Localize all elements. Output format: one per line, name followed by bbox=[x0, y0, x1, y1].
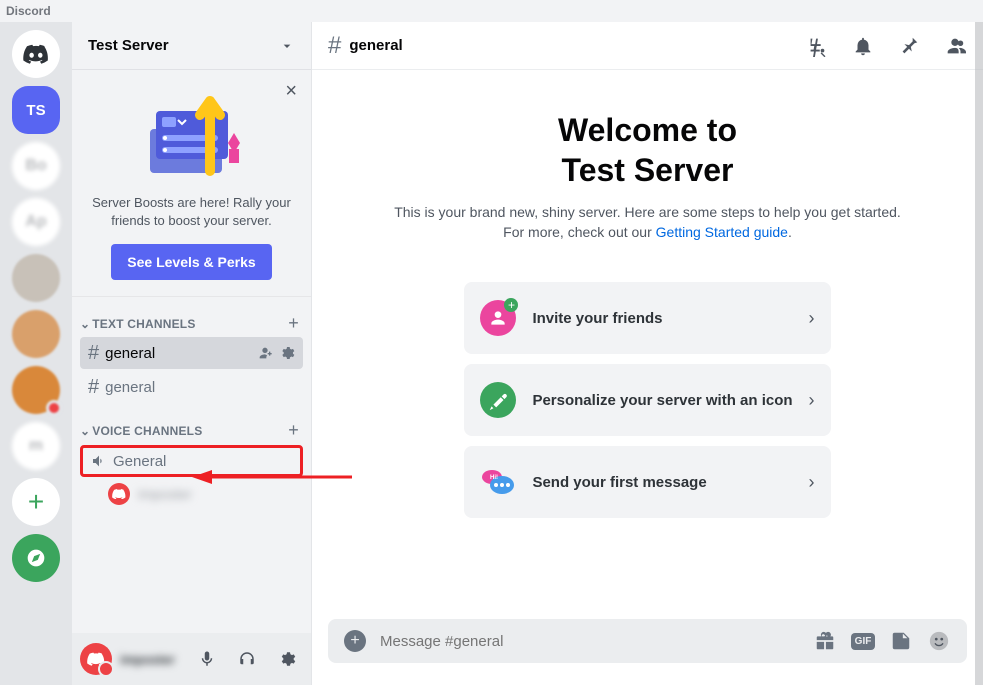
add-voice-channel-button[interactable]: + bbox=[288, 420, 299, 441]
channel-name: General bbox=[113, 453, 292, 470]
discord-logo-icon bbox=[23, 44, 49, 64]
invite-icon[interactable] bbox=[257, 345, 273, 361]
invite-friends-card[interactable]: + Invite your friends › bbox=[464, 282, 830, 354]
deafen-button[interactable] bbox=[231, 643, 263, 675]
notifications-icon[interactable] bbox=[851, 34, 875, 58]
boost-text: Server Boosts are here! Rally your frien… bbox=[88, 194, 295, 230]
welcome-description: This is your brand new, shiny server. He… bbox=[384, 202, 912, 242]
first-message-card[interactable]: Hi! Send your first message › bbox=[464, 446, 830, 518]
avatar bbox=[108, 483, 130, 505]
app-title: Discord bbox=[6, 4, 51, 18]
compass-icon bbox=[26, 548, 46, 568]
boost-button[interactable]: See Levels & Perks bbox=[111, 244, 271, 280]
server-icon-7[interactable]: m bbox=[12, 422, 60, 470]
server-header[interactable]: Test Server bbox=[72, 22, 311, 70]
user-name: imposter bbox=[120, 652, 183, 667]
chevron-down-icon bbox=[279, 38, 295, 54]
hash-icon: # bbox=[88, 342, 99, 365]
voice-channels-label: VOICE CHANNELS bbox=[92, 424, 202, 438]
gift-icon[interactable] bbox=[813, 629, 837, 653]
mute-button[interactable] bbox=[191, 643, 223, 675]
onboarding-cards: + Invite your friends › Personalize your… bbox=[464, 282, 830, 528]
user-settings-button[interactable] bbox=[271, 643, 303, 675]
channel-header: # general bbox=[312, 22, 983, 70]
server-icon-5[interactable] bbox=[12, 310, 60, 358]
add-text-channel-button[interactable]: + bbox=[288, 313, 299, 334]
chevron-right-icon: › bbox=[809, 308, 815, 329]
welcome-block: Welcome toTest Server This is your brand… bbox=[368, 70, 928, 258]
voice-user-name: imposter bbox=[138, 486, 192, 502]
hash-icon: # bbox=[88, 376, 99, 399]
channel-name: general bbox=[105, 379, 295, 396]
chevron-right-icon: › bbox=[809, 472, 815, 493]
card-label: Send your first message bbox=[532, 474, 792, 491]
text-channels-label: TEXT CHANNELS bbox=[92, 317, 195, 331]
main-content: # general Welcome toTest Server This is … bbox=[312, 22, 983, 685]
speaker-icon bbox=[91, 453, 107, 469]
getting-started-link[interactable]: Getting Started guide bbox=[656, 224, 788, 240]
close-icon[interactable]: × bbox=[285, 80, 297, 103]
user-avatar[interactable] bbox=[80, 643, 112, 675]
boost-card: × Server Boosts are here! Rally your fri… bbox=[72, 70, 311, 297]
chevron-right-icon: › bbox=[809, 390, 815, 411]
members-icon[interactable] bbox=[943, 34, 967, 58]
server-icon-4[interactable] bbox=[12, 254, 60, 302]
voice-channels-header[interactable]: ⌄VOICE CHANNELS + bbox=[72, 404, 311, 443]
scrollbar[interactable] bbox=[975, 22, 983, 685]
threads-icon[interactable] bbox=[805, 34, 829, 58]
voice-user[interactable]: imposter bbox=[72, 479, 311, 509]
sticker-icon[interactable] bbox=[889, 629, 913, 653]
server-icon-selected[interactable]: TS bbox=[12, 86, 60, 134]
server-icon-2[interactable]: Bo bbox=[12, 142, 60, 190]
hash-icon: # bbox=[328, 32, 341, 60]
text-channels-header[interactable]: ⌄TEXT CHANNELS + bbox=[72, 297, 311, 336]
boost-illustration bbox=[88, 86, 295, 186]
card-label: Invite your friends bbox=[532, 310, 792, 327]
add-server-button[interactable]: + bbox=[12, 478, 60, 526]
channel-general-active[interactable]: # general bbox=[80, 337, 303, 369]
channel-name: general bbox=[105, 345, 251, 362]
card-label: Personalize your server with an icon bbox=[532, 392, 792, 409]
message-input[interactable] bbox=[380, 633, 799, 650]
pinned-icon[interactable] bbox=[897, 34, 921, 58]
paint-icon bbox=[480, 382, 516, 418]
user-panel: imposter bbox=[72, 633, 311, 685]
channel-sidebar: Test Server × Server Boosts bbox=[72, 22, 312, 685]
gif-button[interactable]: GIF bbox=[851, 629, 875, 653]
welcome-heading: Welcome toTest Server bbox=[384, 110, 912, 190]
emoji-icon[interactable] bbox=[927, 629, 951, 653]
svg-text:Hi!: Hi! bbox=[490, 475, 498, 481]
invite-icon: + bbox=[480, 300, 516, 336]
explore-button[interactable] bbox=[12, 534, 60, 582]
personalize-card[interactable]: Personalize your server with an icon › bbox=[464, 364, 830, 436]
channel-title: general bbox=[349, 37, 783, 54]
server-icon-6[interactable] bbox=[12, 366, 60, 414]
attach-button[interactable]: + bbox=[344, 630, 366, 652]
server-icon-3[interactable]: Ap bbox=[12, 198, 60, 246]
channel-general[interactable]: # general bbox=[80, 371, 303, 403]
server-rail: TS Bo Ap m + bbox=[0, 22, 72, 685]
voice-channel-general[interactable]: General bbox=[80, 445, 303, 477]
settings-icon[interactable] bbox=[279, 345, 295, 361]
server-name: Test Server bbox=[88, 37, 169, 54]
message-icon: Hi! bbox=[480, 464, 516, 500]
message-input-bar: + GIF bbox=[328, 619, 967, 663]
home-button[interactable] bbox=[12, 30, 60, 78]
